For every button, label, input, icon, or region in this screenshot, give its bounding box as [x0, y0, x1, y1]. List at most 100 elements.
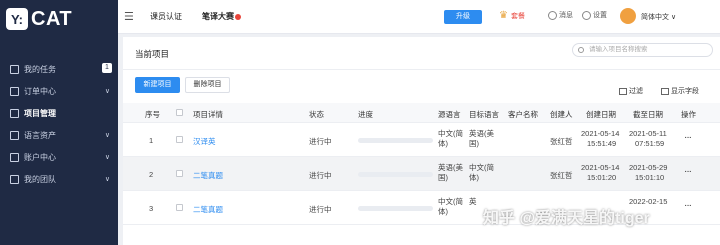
due-date-line1: 2021-05-11 — [629, 129, 667, 138]
search-icon — [578, 47, 584, 53]
row-no: 2 — [149, 170, 154, 179]
project-name-link[interactable]: 二笔真题 — [193, 204, 223, 215]
more-icon[interactable]: ··· — [684, 166, 692, 177]
col-detail: 项目详情 — [193, 110, 223, 119]
source-lang-line1: 中文(简 — [438, 129, 463, 138]
progress-bar — [358, 206, 433, 211]
created-time: 15:01:20 — [587, 173, 617, 182]
settings-label: 设置 — [593, 12, 607, 19]
table-row[interactable]: 1 汉译英 进行中 中文(简 体) 英语(美 国) 张红哲 2021-05-14 15… — [123, 123, 720, 157]
upgrade-button[interactable]: 升级 — [444, 10, 482, 24]
target-lang-line1: 中文(简 — [469, 163, 494, 172]
sidebar-item-orders[interactable]: 订单中心 ∨ — [0, 80, 118, 102]
target-lang: 中文(简 体) — [469, 163, 494, 183]
member-label: 套餐 — [510, 12, 525, 20]
task-count-badge: 1 — [102, 63, 112, 73]
account-icon — [10, 152, 19, 162]
sidebar-item-language-assets[interactable]: 语言资产 ∨ — [0, 124, 118, 146]
row-checkbox[interactable] — [176, 204, 183, 211]
due-time: 07:51:59 — [635, 139, 665, 148]
competition-link[interactable]: 笔译大赛 — [202, 11, 241, 22]
messages-label: 消息 — [559, 12, 573, 19]
crown-icon: ♛ — [499, 10, 508, 21]
show-fields-button[interactable]: 显示字段 — [661, 86, 699, 96]
source-lang-line1: 中文(简 — [438, 197, 463, 206]
filter-label: 过滤 — [629, 88, 643, 95]
col-client: 客户名称 — [508, 110, 538, 119]
due-time: 15:01:10 — [635, 173, 665, 182]
progress-bar — [358, 138, 433, 143]
bell-icon — [548, 10, 557, 20]
status-text: 进行中 — [309, 205, 332, 214]
target-lang: 英语(美 国) — [469, 129, 494, 149]
more-icon[interactable]: ··· — [684, 132, 692, 143]
chevron-down-icon: ∨ — [104, 176, 110, 183]
chevron-down-icon: ∨ — [104, 88, 110, 95]
course-cert-link[interactable]: 课员认证 — [150, 11, 182, 22]
source-lang: 英语(美 国) — [438, 163, 463, 183]
language-select[interactable]: 简体中文 ∨ — [641, 12, 676, 22]
col-created: 创建日期 — [586, 110, 616, 119]
row-no: 3 — [149, 204, 154, 213]
competition-label: 笔译大赛 — [202, 12, 234, 21]
sidebar-item-label: 我的任务 — [24, 64, 56, 74]
col-ops: 操作 — [681, 110, 696, 119]
settings-link[interactable]: 设置 — [582, 10, 607, 20]
search-input[interactable]: 请输入项目名称搜索 — [572, 43, 713, 57]
progress-bar — [358, 172, 433, 177]
menu-toggle-icon[interactable]: ☰ — [124, 10, 134, 23]
project-icon — [10, 108, 19, 118]
project-name-link[interactable]: 汉译英 — [193, 136, 216, 147]
hot-dot-icon — [235, 13, 241, 20]
sidebar-item-label: 账户中心 — [24, 152, 56, 162]
search-placeholder: 请输入项目名称搜索 — [589, 46, 648, 53]
col-creator: 创建人 — [550, 110, 573, 119]
col-source-lang: 源语言 — [438, 110, 461, 119]
new-project-button[interactable]: 新建项目 — [135, 77, 180, 93]
filter-icon — [619, 87, 627, 95]
sidebar-nav: 我的任务 1 订单中心 ∨ 项目管理 语言资产 ∨ 账户中心 ∨ 我的团队 ∨ — [0, 58, 118, 190]
due-date: 2021-05-11 07:51:59 — [629, 129, 667, 149]
member-link[interactable]: ♛ 套餐 — [499, 10, 525, 21]
due-date-line1: 2021-05-29 — [629, 163, 668, 172]
due-date: 2021-05-29 15:01:10 — [629, 163, 667, 183]
target-lang-line2: 国) — [469, 139, 479, 148]
sidebar-item-my-tasks[interactable]: 我的任务 1 — [0, 58, 118, 80]
order-icon — [10, 86, 19, 96]
asset-icon — [10, 130, 19, 140]
created-time: 15:51:49 — [587, 139, 617, 148]
sidebar-item-label: 我的团队 — [24, 174, 56, 184]
source-lang: 中文(简 体) — [438, 129, 463, 149]
messages-link[interactable]: 消息 — [548, 10, 573, 20]
filter-button[interactable]: 过滤 — [619, 86, 643, 96]
source-lang: 中文(简 体) — [438, 197, 463, 217]
created-date: 2021-05-14 15:01:20 — [581, 163, 619, 183]
sidebar: Y: CAT 我的任务 1 订单中心 ∨ 项目管理 语言资产 ∨ 账户中心 ∨ — [0, 0, 118, 245]
sidebar-item-team[interactable]: 我的团队 ∨ — [0, 168, 118, 190]
logo[interactable]: Y: CAT — [0, 0, 118, 38]
row-no: 1 — [149, 136, 154, 145]
row-checkbox[interactable] — [176, 136, 183, 143]
created-date-line1: 2021-05-14 — [581, 163, 620, 172]
sidebar-item-projects[interactable]: 项目管理 — [0, 102, 118, 124]
avatar[interactable] — [620, 8, 636, 24]
table-row[interactable]: 2 二笔真题 进行中 英语(美 国) 中文(简 体) 张红哲 2021-05-14 1… — [123, 157, 720, 191]
source-lang-line1: 英语(美 — [438, 163, 463, 172]
target-lang-line1: 英语(美 — [469, 129, 494, 138]
more-icon[interactable]: ··· — [684, 200, 692, 211]
delete-project-button[interactable]: 删除项目 — [185, 77, 230, 93]
creator: 张红哲 — [550, 171, 573, 180]
sidebar-item-label: 项目管理 — [24, 108, 56, 118]
target-lang-line1: 英 — [469, 197, 477, 206]
source-lang-line2: 体) — [438, 207, 448, 216]
status-text: 进行中 — [309, 171, 332, 180]
target-lang-line2: 体) — [469, 173, 479, 182]
sidebar-item-account[interactable]: 账户中心 ∨ — [0, 146, 118, 168]
project-name-link[interactable]: 二笔真题 — [193, 170, 223, 181]
page-title: 当前项目 — [135, 49, 170, 59]
logo-mark: Y: — [6, 8, 28, 30]
row-checkbox[interactable] — [176, 170, 183, 177]
source-lang-line2: 国) — [438, 173, 448, 182]
select-all-checkbox[interactable] — [176, 109, 183, 116]
created-date: 2021-05-14 15:51:49 — [581, 129, 619, 149]
